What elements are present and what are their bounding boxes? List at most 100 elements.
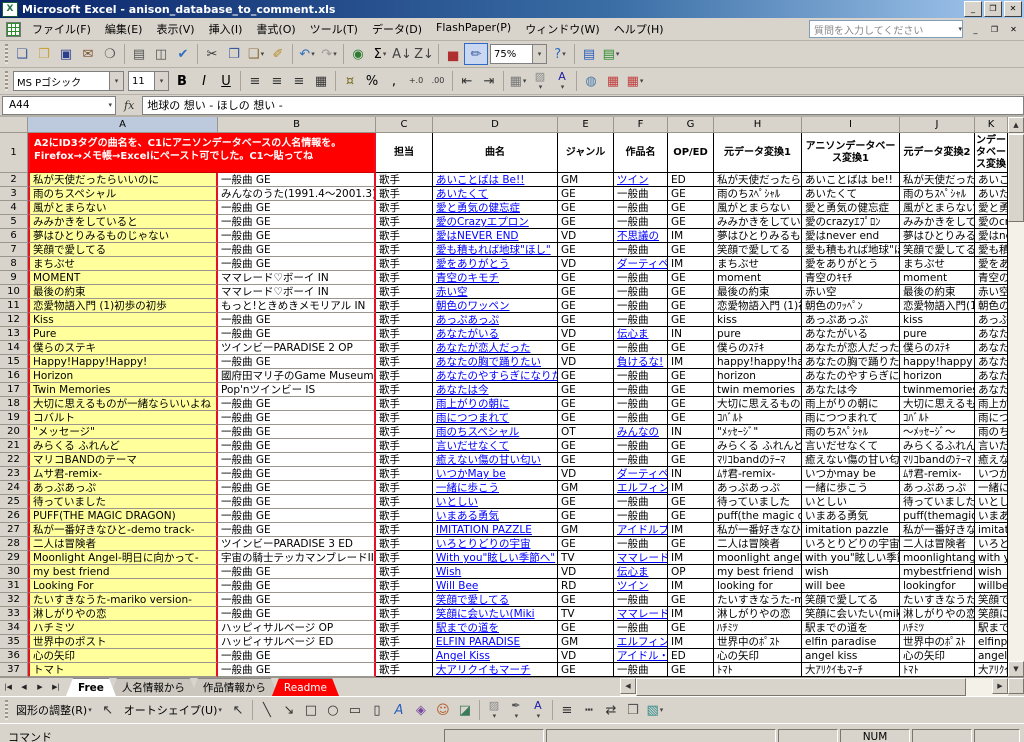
menu-item-2[interactable]: 表示(V) — [149, 18, 201, 40]
cell-d-link[interactable]: IMITATION PAZZLE — [433, 523, 558, 537]
cell-e[interactable]: GE — [558, 453, 614, 467]
cell-e[interactable]: OT — [558, 425, 614, 439]
cell-f[interactable]: 一般曲 — [614, 495, 668, 509]
fill-color-button[interactable]: ▨▾ — [483, 700, 505, 720]
doc-minimize-button[interactable]: _ — [967, 21, 984, 37]
cell-i[interactable]: angel kiss — [802, 649, 900, 663]
cell-c[interactable]: 歌手 — [376, 397, 433, 411]
cell-h[interactable]: 待っていました — [714, 495, 802, 509]
row-header-14[interactable]: 14 — [0, 341, 28, 355]
cell-d-link[interactable]: 癒えない傷の甘い匂い — [433, 453, 558, 467]
cell-f-link[interactable]: ダーティペ — [614, 467, 668, 481]
cell-g[interactable]: IM — [668, 635, 714, 649]
column-header-J[interactable]: J — [900, 117, 975, 133]
align-center-button[interactable]: ≡ — [266, 71, 288, 91]
cell-f-link[interactable]: 負けるな! — [614, 355, 668, 369]
header-cell-1[interactable]: 曲名 — [433, 133, 558, 173]
cell-h[interactable]: 笑顔で愛してる — [714, 243, 802, 257]
cell-b[interactable]: ツインビーPARADISE 3 ED — [218, 537, 376, 551]
header-cell-7[interactable]: 元データ変換2 — [900, 133, 975, 173]
increase-decimal-button[interactable]: +.0 — [405, 71, 427, 91]
vertical-scroll-thumb[interactable] — [1008, 134, 1024, 222]
cell-b[interactable]: 一般曲 GE — [218, 565, 376, 579]
cell-i[interactable]: 愛も積もれば地球"ほし" — [802, 243, 900, 257]
cell-h[interactable]: 世界中のﾎﾟｽﾄ — [714, 635, 802, 649]
cell-b[interactable]: 一般曲 GE — [218, 495, 376, 509]
cell-j[interactable]: puff(themagicdragon) — [900, 509, 975, 523]
cell-c[interactable]: 歌手 — [376, 523, 433, 537]
cell-k[interactable]: willbee — [975, 579, 1008, 593]
cell-g[interactable]: GE — [668, 201, 714, 215]
cell-k[interactable]: 雨のちｽﾍﾟｼｬﾙ — [975, 425, 1008, 439]
percent-style-button[interactable]: % — [361, 71, 383, 91]
cell-h[interactable]: 私が一番好きなひと-demo track- — [714, 523, 802, 537]
cell-e[interactable]: GE — [558, 341, 614, 355]
cell-i[interactable]: あいことばは be!! — [802, 173, 900, 187]
cell-j[interactable]: moonlightangel-明日に向かって- — [900, 551, 975, 565]
cell-k[interactable]: 雨上がりの朝に — [975, 397, 1008, 411]
chevron-down-icon[interactable]: ▾ — [108, 101, 115, 109]
cell-c[interactable]: 歌手 — [376, 635, 433, 649]
cell-i[interactable]: あなたが恋人だった — [802, 341, 900, 355]
menu-item-6[interactable]: データ(D) — [365, 18, 429, 40]
line-button[interactable]: ╲ — [256, 700, 278, 720]
cell-d-link[interactable]: 駅までの道を — [433, 621, 558, 635]
cell-g[interactable]: IN — [668, 467, 714, 481]
row-header-33[interactable]: 33 — [0, 607, 28, 621]
cell-a[interactable]: 淋しがりやの恋 — [28, 607, 218, 621]
cell-b[interactable]: 一般曲 GE — [218, 313, 376, 327]
row-header-21[interactable]: 21 — [0, 439, 28, 453]
cell-k[interactable]: 笑顔で愛してる — [975, 593, 1008, 607]
cell-g[interactable]: IM — [668, 523, 714, 537]
cell-a[interactable]: 心の矢印 — [28, 649, 218, 663]
align-right-button[interactable]: ≡ — [288, 71, 310, 91]
line-color-button[interactable]: ✒▾ — [505, 700, 527, 720]
cell-d-link[interactable]: 一緒に歩こう — [433, 481, 558, 495]
cell-h[interactable]: moonlight angel-明日に向かって- — [714, 551, 802, 565]
cell-e[interactable]: GE — [558, 439, 614, 453]
cell-h[interactable]: たいすきなうた-mariko version- — [714, 593, 802, 607]
cell-k[interactable]: angelkiss — [975, 649, 1008, 663]
undo-button[interactable]: ↶▾ — [296, 44, 318, 64]
cell-f[interactable]: 一般曲 — [614, 663, 668, 677]
cell-g[interactable]: GE — [668, 397, 714, 411]
cell-d-link[interactable]: 愛と勇気の健忘症 — [433, 201, 558, 215]
cell-k[interactable]: 愛も積もれば地球"ほし" — [975, 243, 1008, 257]
cell-i[interactable]: いろとりどりの宇宙 — [802, 537, 900, 551]
cell-h[interactable]: 二人は冒険者 — [714, 537, 802, 551]
cell-a[interactable]: ハチミツ — [28, 621, 218, 635]
tab-nav-icon-3[interactable]: ▶| — [48, 678, 64, 696]
cell-b[interactable]: 一般曲 GE — [218, 439, 376, 453]
cell-b[interactable]: 一般曲 GE — [218, 579, 376, 593]
header-cell-8[interactable]: アニソンデータベース変換2 — [975, 133, 1008, 173]
cell-e[interactable]: VD — [558, 565, 614, 579]
cell-k[interactable]: 言いだせなくて — [975, 439, 1008, 453]
cell-g[interactable]: ED — [668, 173, 714, 187]
italic-button[interactable]: I — [193, 71, 215, 91]
chart-wizard-button[interactable]: ▅ — [442, 44, 464, 64]
cell-f[interactable]: 一般曲 — [614, 271, 668, 285]
cell-j[interactable]: 笑顔で愛してる — [900, 243, 975, 257]
cell-f[interactable]: 一般曲 — [614, 369, 668, 383]
cell-k[interactable]: 赤い空 — [975, 285, 1008, 299]
line-style-button[interactable]: ≡ — [556, 700, 578, 720]
cell-h[interactable]: 淋しがりやの恋 — [714, 607, 802, 621]
font-size-combo[interactable]: 11 ▾ — [128, 71, 169, 91]
cell-j[interactable]: 夢はひとりみるものじゃない — [900, 229, 975, 243]
cell-i[interactable]: 愛と勇気の健忘症 — [802, 201, 900, 215]
cell-b[interactable]: 一般曲 GE — [218, 173, 376, 187]
select-all-corner[interactable] — [0, 117, 28, 133]
cell-e[interactable]: VD — [558, 257, 614, 271]
maximize-button[interactable]: ❐ — [984, 1, 1002, 17]
cell-d-link[interactable]: 雨のちスペシャル — [433, 425, 558, 439]
cell-c[interactable]: 歌手 — [376, 355, 433, 369]
cell-b[interactable]: 一般曲 GE — [218, 425, 376, 439]
cell-f-link[interactable]: アイドルプ — [614, 523, 668, 537]
cell-e[interactable]: GM — [558, 523, 614, 537]
cell-b[interactable]: 一般曲 GE — [218, 481, 376, 495]
scroll-up-icon[interactable]: ▲ — [1008, 117, 1024, 133]
select-pointer-button[interactable]: ↖ — [227, 700, 249, 720]
cell-d-link[interactable]: 青空のキモチ — [433, 271, 558, 285]
cell-i[interactable]: 駅までの道を — [802, 621, 900, 635]
cell-i[interactable]: 愛をありがとう — [802, 257, 900, 271]
